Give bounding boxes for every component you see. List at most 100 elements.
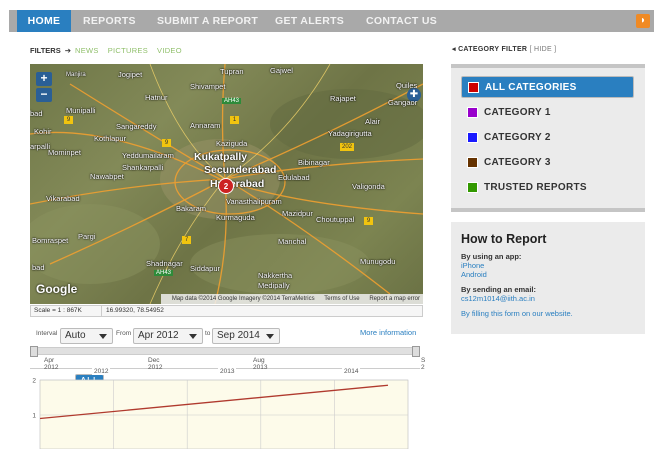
map-coordinates: 16.99320, 78.54952 [106, 307, 164, 314]
map-label: Shadnagar [146, 259, 183, 268]
highway-shield: 9 [364, 217, 373, 225]
map-label: Shankarpalli [122, 163, 164, 172]
from-date-value: Apr 2012 [138, 330, 179, 341]
interval-select[interactable]: Auto [60, 328, 113, 344]
filter-video[interactable]: VIDEO [157, 46, 182, 55]
filter-pictures[interactable]: PICTURES [108, 46, 148, 55]
category-label: CATEGORY 1 [484, 107, 551, 118]
nav-get-alerts[interactable]: GET ALERTS [275, 10, 344, 32]
category-list: ALL CATEGORIES CATEGORY 1 CATEGORY 2 CAT… [451, 64, 645, 212]
map-label: Edulabad [278, 173, 310, 182]
map-label: Kukatpally [194, 151, 248, 163]
map-label: Manchal [278, 237, 307, 246]
arrow-right-icon: ➔ [64, 46, 71, 55]
timeline-year-label: 2014 [342, 368, 361, 375]
highway-shield: 1 [230, 116, 239, 124]
tick-year: 2012 [148, 364, 163, 371]
category-3[interactable]: CATEGORY 3 [461, 152, 634, 174]
nav-submit-report[interactable]: SUBMIT A REPORT [157, 10, 258, 32]
timeline-tick-label: S2 [421, 357, 425, 371]
map-label: Kohir [34, 127, 52, 136]
zoom-in-button[interactable]: + [36, 72, 52, 86]
triangle-icon: ◂ [452, 46, 456, 53]
slider-start-handle[interactable] [30, 346, 38, 357]
nav-contact-us[interactable]: CONTACT US [366, 10, 437, 32]
map-label: Pargi [78, 232, 96, 241]
map-view[interactable]: + − ✚ Manjira Jogipet Tupran Gajwel Shiv… [30, 64, 423, 304]
map-label: arpalli [30, 142, 51, 151]
map-label: bad [32, 263, 45, 272]
map-label: Annaram [190, 121, 221, 130]
highway-shield: 7 [182, 236, 191, 244]
map-label: Kaziguda [216, 139, 248, 148]
how-to-report-panel: How to Report By using an app: iPhone An… [451, 222, 645, 334]
interval-label: Interval [36, 330, 58, 337]
category-filter-header: ◂ CATEGORY FILTER [ HIDE ] [452, 45, 556, 53]
map-label: Mominpet [48, 148, 81, 157]
terms-of-use-link[interactable]: Terms of Use [324, 296, 359, 302]
filter-news[interactable]: NEWS [75, 46, 99, 55]
chevron-down-icon [189, 334, 197, 339]
highway-shield: AH43 [154, 270, 174, 276]
email-link[interactable]: cs12m1014@iith.ac.in [461, 294, 535, 303]
map-label: Hatnur [145, 93, 168, 102]
media-filters: FILTERS➔ALLNEWSPICTURESVIDEO [30, 46, 191, 390]
highway-shield: AH43 [222, 98, 242, 104]
category-1[interactable]: CATEGORY 1 [461, 102, 634, 124]
timeline-slider[interactable] [30, 346, 420, 357]
android-link[interactable]: Android [461, 270, 487, 279]
map-label: Bibinagar [298, 158, 330, 167]
to-date-value: Sep 2014 [217, 330, 260, 341]
zoom-out-button[interactable]: − [36, 88, 52, 102]
rss-icon[interactable]: ◗ [636, 14, 650, 28]
map-label: Vikarabad [46, 194, 80, 203]
map-label: Bakaram [176, 204, 207, 213]
email-label: By sending an email: [461, 285, 537, 294]
timeline-tick-label: Dec 2012 [148, 357, 162, 371]
iphone-link[interactable]: iPhone [461, 261, 484, 270]
google-logo: Google [36, 282, 78, 296]
map-data-credit: Map data ©2014 Google Imagery ©2014 Terr… [171, 296, 315, 302]
map-label: Valigonda [352, 182, 385, 191]
category-label: CATEGORY 2 [484, 132, 551, 143]
category-swatch [467, 132, 478, 143]
map-label: Shivampet [190, 82, 226, 91]
map-label: Yadagirigutta [328, 129, 372, 138]
map-label: Mazidpur [282, 209, 313, 218]
category-trusted-reports[interactable]: TRUSTED REPORTS [461, 177, 634, 199]
map-label: Choutuppal [316, 215, 355, 224]
map-label: Gangaor [388, 98, 418, 107]
tick-year: 2013 [253, 364, 268, 371]
timeline-year-label: 2012 [92, 368, 111, 375]
category-label: CATEGORY 3 [484, 157, 551, 168]
y-tick-label: 2 [32, 378, 36, 385]
nav-reports[interactable]: REPORTS [83, 10, 136, 32]
tick-month: Aug [253, 357, 265, 364]
map-label: Kurmaguda [216, 213, 255, 222]
category-all[interactable]: ALL CATEGORIES [461, 76, 634, 98]
tick-month: S [421, 357, 426, 364]
map-label: Nakkertha [258, 271, 293, 280]
map-label: Quiles [396, 81, 418, 90]
timeline-tick-label: Aug 2013 [253, 357, 267, 371]
map-label: Alair [365, 117, 381, 126]
timeline-year-label: 2013 [218, 368, 237, 375]
highway-shield: 9 [64, 116, 73, 124]
category-filter-title: CATEGORY FILTER [458, 46, 528, 53]
how-to-report-title: How to Report [461, 232, 547, 246]
category-label: ALL CATEGORIES [485, 82, 577, 93]
map-attribution: Map data ©2014 Google Imagery ©2014 Terr… [160, 294, 423, 304]
highway-shield: 9 [162, 139, 171, 147]
hide-categories-link[interactable]: [ HIDE ] [530, 46, 557, 53]
slider-end-handle[interactable] [412, 346, 420, 357]
web-form-link[interactable]: By filling this form on our website. [461, 309, 573, 318]
more-information-link[interactable]: More information [360, 328, 416, 337]
to-date-select[interactable]: Sep 2014 [212, 328, 280, 344]
from-date-select[interactable]: Apr 2012 [133, 328, 203, 344]
from-label: From [116, 330, 132, 337]
report-cluster-marker[interactable]: 2 [218, 178, 234, 194]
category-2[interactable]: CATEGORY 2 [461, 127, 634, 149]
nav-home[interactable]: HOME [17, 10, 71, 32]
map-label: Yeddumailaram [122, 151, 174, 160]
report-map-error-link[interactable]: Report a map error [369, 296, 420, 302]
